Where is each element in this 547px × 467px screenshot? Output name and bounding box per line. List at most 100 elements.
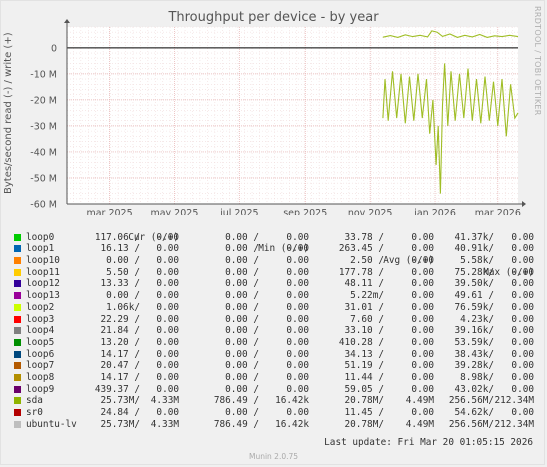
legend-cur-write: 0.00	[156, 348, 179, 360]
legend-avg-write: 0.00	[411, 290, 434, 302]
legend-avg-write: 4.49M	[405, 395, 434, 407]
legend-avg-write: 0.00	[411, 371, 434, 383]
legend-min-read: 0.00 /	[225, 301, 259, 313]
legend-avg-write: 0.00	[411, 266, 434, 278]
legend-swatch	[14, 385, 21, 393]
legend-min-write: 0.00	[286, 407, 309, 418]
legend-swatch	[14, 233, 21, 241]
y-tick-label: -60 M	[30, 200, 57, 211]
legend-max-write: 0.00	[511, 255, 534, 267]
legend-device-name: loop11	[26, 266, 60, 278]
legend-max-write: 0.00	[511, 336, 534, 348]
legend-min-read: 0.00 /	[225, 243, 259, 255]
legend-max-read: 256.56M/	[448, 395, 494, 407]
legend-cur-read: 13.33 /	[100, 278, 140, 290]
legend-cur-read: 14.17 /	[100, 371, 140, 383]
legend-cur-write: 0.00	[156, 266, 179, 278]
legend-row-ubuntu-lv: ubuntu-lv 25.73M/4.33M 786.49 / 16.42k 20.78…	[14, 419, 534, 431]
legend-cur-write: 4.33M	[150, 395, 179, 407]
legend-row-loop9: loop9 439.37 / 0.00 0.00 / 0.00 59.05 / 0.00 43…	[14, 384, 534, 396]
legend-avg-write: 0.00	[411, 231, 434, 243]
legend-cur-write: 0.00	[156, 360, 179, 372]
legend-min-read: 0.00 /	[225, 290, 259, 302]
legend-cur-write: 0.00	[156, 325, 179, 337]
legend-swatch	[14, 373, 21, 381]
legend-max-read: 256.56M/	[448, 418, 494, 430]
legend-cur-write: 0.00	[156, 383, 179, 395]
legend-cur-write: 0.00	[156, 301, 179, 313]
legend-max-write: 0.00	[511, 278, 534, 290]
legend-max-read: 38.43k/	[454, 348, 494, 360]
y-tick-label: -10 M	[30, 69, 57, 80]
legend-swatch	[14, 315, 21, 323]
legend-min-write: 0.00	[286, 336, 309, 348]
legend-row-sda: sda 25.73M/4.33M 786.49 / 16.42k 20.78M/4.49…	[14, 395, 534, 407]
legend-avg-read: 20.78M/	[344, 395, 384, 407]
legend-avg-read: 20.78M/	[344, 418, 384, 430]
legend-max-write: 0.00	[511, 243, 534, 255]
x-axis-arrow	[522, 201, 526, 207]
legend-min-write: 16.42k	[275, 418, 309, 430]
legend-max-read: 49.61 /	[454, 290, 494, 302]
legend-max-write: 0.00	[511, 231, 534, 243]
legend-min-write: 0.00	[286, 290, 309, 302]
legend-min-read: 0.00 /	[225, 266, 259, 278]
x-tick-label: mar 2025	[86, 208, 132, 215]
legend-cur-read: 22.29 /	[100, 313, 140, 325]
legend-swatch	[14, 257, 21, 265]
legend-device-name: loop13	[26, 290, 60, 302]
legend-cur-write: 0.00	[156, 407, 179, 418]
legend-row-loop12: loop12 13.33 / 0.00 0.00 / 0.00 48.11 / 0.00 39…	[14, 278, 534, 290]
legend-max-write: 0.00	[511, 348, 534, 360]
legend-cur-write: 0.00	[156, 255, 179, 267]
legend-max-read: 41.37k/	[454, 231, 494, 243]
legend-avg-write: 0.00	[411, 348, 434, 360]
legend-max-write: 0.00	[511, 313, 534, 325]
legend-cur-write: 4.33M	[150, 418, 179, 430]
legend-min-write: 0.00	[286, 255, 309, 267]
legend-swatch	[14, 350, 21, 358]
x-tick-labels: mar 2025 may 2025 jul 2025 sep 2025 nov 2025…	[86, 208, 520, 215]
x-tick-label: may 2025	[150, 208, 198, 215]
legend-avg-write: 0.00	[411, 360, 434, 372]
legend-max-write: 0.00	[511, 266, 534, 278]
legend-row-sr0: sr0 24.84 / 0.00 0.00 / 0.00 11.45 / 0.00 54.62…	[14, 407, 534, 419]
legend-min-read: 0.00 /	[225, 383, 259, 395]
legend-min-read: 0.00 /	[225, 407, 259, 418]
legend-cur-write: 0.00	[156, 278, 179, 290]
legend-avg-read: 11.45 /	[344, 407, 384, 418]
legend-cur-write: 0.00	[156, 290, 179, 302]
legend-min-write: 0.00	[286, 325, 309, 337]
legend-row-loop0: loop0 117.06 / 0.00 0.00 / 0.00 33.78 / 0.00 41…	[14, 232, 534, 244]
plot-area: 0 -10 M -20 M -30 M -40 M -50 M -60 M mar 2025…	[30, 19, 526, 215]
legend-min-write: 0.00	[286, 348, 309, 360]
legend-avg-read: 5.22m/	[350, 290, 384, 302]
legend-avg-read: 2.50 /	[350, 255, 384, 267]
y-tick-labels: 0 -10 M -20 M -30 M -40 M -50 M -60 M	[30, 43, 57, 210]
legend-device-name: ubuntu-lv	[26, 418, 77, 430]
legend-avg-read: 177.78 /	[338, 266, 384, 278]
legend-device-name: loop10	[26, 255, 60, 267]
legend-cur-write: 0.00	[156, 371, 179, 383]
y-tick-label: -20 M	[30, 95, 57, 106]
legend-cur-read: 14.17 /	[100, 348, 140, 360]
legend-avg-read: 31.01 /	[344, 301, 384, 313]
legend-device-name: loop5	[26, 336, 55, 348]
legend-cur-read: 16.13 /	[100, 243, 140, 255]
legend-min-read: 786.49 /	[213, 395, 259, 407]
legend-min-read: 0.00 /	[225, 348, 259, 360]
legend-swatch	[14, 280, 21, 288]
legend-avg-read: 33.10 /	[344, 325, 384, 337]
legend-min-write: 0.00	[286, 278, 309, 290]
legend-device-name: loop9	[26, 383, 55, 395]
legend-min-write: 0.00	[286, 383, 309, 395]
legend-min-write: 16.42k	[275, 395, 309, 407]
legend-device-name: loop12	[26, 278, 60, 290]
legend-cur-read: 5.50 /	[106, 266, 140, 278]
legend-avg-write: 0.00	[411, 313, 434, 325]
legend-cur-write: 0.00	[156, 231, 179, 243]
legend-min-read: 0.00 /	[225, 255, 259, 267]
legend-device-name: loop8	[26, 371, 55, 383]
x-tick-label: nov 2025	[348, 208, 393, 215]
legend-cur-write: 0.00	[156, 243, 179, 255]
